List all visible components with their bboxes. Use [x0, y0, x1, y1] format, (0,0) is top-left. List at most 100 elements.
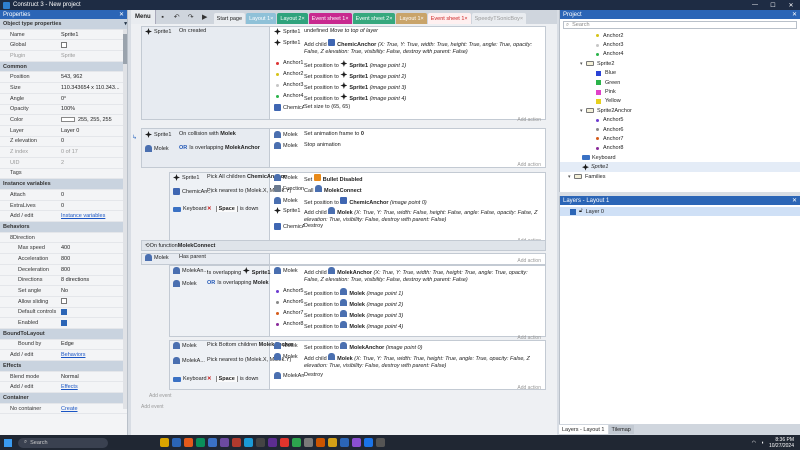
- undo-icon[interactable]: ↶: [170, 10, 184, 24]
- property-row[interactable]: UID 2: [0, 158, 127, 169]
- taskbar-app-icon[interactable]: [196, 438, 205, 447]
- close-icon[interactable]: ×: [270, 16, 273, 22]
- taskbar-app-icon[interactable]: [328, 438, 337, 447]
- taskbar-app-icon[interactable]: [340, 438, 349, 447]
- document-tab[interactable]: Start page: [213, 13, 246, 24]
- tab-tilemap[interactable]: Tilemap: [608, 425, 634, 434]
- condition[interactable]: Sprite1 On collision with Molek: [145, 131, 270, 138]
- function-header[interactable]: ⟲ On function MolekConnect: [141, 240, 546, 251]
- property-row[interactable]: Angle 0°: [0, 94, 127, 105]
- tab-layers[interactable]: Layers - Layout 1: [559, 425, 608, 434]
- property-row[interactable]: Name Sprite1: [0, 30, 127, 41]
- property-value[interactable]: [61, 41, 127, 48]
- action[interactable]: Molek Add child Molek (X: True, Y: True, …: [274, 353, 543, 369]
- property-row[interactable]: Deceleration 800: [0, 265, 127, 276]
- close-icon[interactable]: ×: [302, 16, 305, 22]
- action[interactable]: Anchor5 Set position to Molek (image poin…: [274, 288, 543, 298]
- taskbar-app-icon[interactable]: [352, 438, 361, 447]
- event-block[interactable]: MolekAn... Is overlapping Sprite1 Molek OR I…: [169, 265, 546, 341]
- property-row[interactable]: Acceleration 800: [0, 254, 127, 265]
- property-value[interactable]: 0°: [61, 96, 127, 102]
- project-tree-item[interactable]: Anchor3: [560, 40, 800, 49]
- add-action-link[interactable]: Add action: [517, 382, 541, 393]
- project-tree-item[interactable]: Anchor8: [560, 144, 800, 153]
- property-row[interactable]: Position 543, 962: [0, 72, 127, 84]
- property-link[interactable]: Behaviors: [61, 352, 85, 358]
- property-value[interactable]: Instance variables: [61, 213, 127, 219]
- property-row[interactable]: Default controls: [0, 308, 127, 319]
- taskbar-search-input[interactable]: ⌕ Search: [18, 437, 108, 448]
- add-action-link[interactable]: Add action: [517, 114, 541, 125]
- close-icon[interactable]: ✕: [792, 11, 797, 18]
- event-block[interactable]: MolekPick Bottom children MolekAnchorMol…: [169, 340, 546, 393]
- property-row[interactable]: No container Create: [0, 404, 127, 415]
- document-tab[interactable]: Event sheet 1 ×: [308, 13, 352, 24]
- property-link[interactable]: Effects: [61, 384, 78, 390]
- project-tree-item[interactable]: Anchor5: [560, 116, 800, 125]
- action[interactable]: Molek Set position to MolekAnchor (image …: [274, 342, 543, 352]
- property-row[interactable]: Directions 8 directions: [0, 276, 127, 287]
- action[interactable]: Anchor1 Set position to Sprite1 (image po…: [274, 60, 543, 70]
- property-value[interactable]: [61, 298, 127, 305]
- property-link[interactable]: Create: [61, 406, 78, 412]
- property-value[interactable]: Create: [61, 406, 127, 412]
- taskbar-app-icon[interactable]: [376, 438, 385, 447]
- play-icon[interactable]: ▶: [198, 10, 212, 24]
- property-row[interactable]: Size 110.343654 x 110.343...: [0, 83, 127, 94]
- property-row[interactable]: Tags: [0, 169, 127, 180]
- action[interactable]: Molek Add child MolekAnchor (X: True, Y: …: [274, 267, 543, 283]
- menu-button[interactable]: Menu: [131, 10, 156, 24]
- project-tree-item[interactable]: Yellow: [560, 97, 800, 106]
- property-checkbox[interactable]: [61, 41, 67, 48]
- property-row[interactable]: Add / edit Effects: [0, 382, 127, 394]
- condition[interactable]: Molek Has parent: [145, 254, 270, 261]
- property-value[interactable]: No: [61, 288, 127, 294]
- close-icon[interactable]: ×: [421, 16, 424, 22]
- windows-start-icon[interactable]: [4, 438, 12, 447]
- minimize-button[interactable]: —: [746, 2, 764, 9]
- property-value[interactable]: Layer 0: [61, 128, 127, 134]
- close-icon[interactable]: ✕: [792, 197, 797, 204]
- property-row[interactable]: Z index 0 of 17: [0, 147, 127, 158]
- color-swatch[interactable]: [61, 117, 75, 123]
- redo-icon[interactable]: ↷: [184, 10, 198, 24]
- lock-icon[interactable]: 🔓︎: [579, 208, 583, 215]
- collapse-icon[interactable]: ▾: [124, 21, 127, 27]
- project-tree-item[interactable]: Sprite1: [560, 162, 800, 172]
- property-value[interactable]: Normal: [61, 374, 127, 380]
- taskbar-app-icon[interactable]: [220, 438, 229, 447]
- property-value[interactable]: Edge: [61, 341, 127, 347]
- property-row[interactable]: 8Direction: [0, 233, 127, 244]
- property-row[interactable]: Add / edit Instance variables: [0, 211, 127, 223]
- property-value[interactable]: 543, 962: [61, 74, 127, 80]
- property-value[interactable]: Sprite1: [61, 32, 127, 38]
- action[interactable]: FunctionsCall MolekConnect: [274, 185, 543, 195]
- close-button[interactable]: ✕: [782, 2, 800, 9]
- document-tab[interactable]: Event sheet 1 ×: [427, 13, 471, 24]
- action[interactable]: ChemicAnch...Set size to (65, 65): [274, 104, 543, 111]
- property-row[interactable]: Bound by Edge: [0, 340, 127, 351]
- project-tree-item[interactable]: Blue: [560, 69, 800, 78]
- taskbar-app-icon[interactable]: [304, 438, 313, 447]
- event-block[interactable]: Sprite1 On collision with Molek Molek OR Is …: [141, 128, 546, 168]
- action[interactable]: Sprite1 undefined Move to top of layer: [274, 28, 543, 35]
- document-tab[interactable]: Event sheet 2 ×: [352, 13, 396, 24]
- taskbar-app-icon[interactable]: [184, 438, 193, 447]
- close-icon[interactable]: ×: [464, 16, 467, 22]
- action[interactable]: Molek Set Bullet Disabled: [274, 174, 543, 184]
- property-row[interactable]: Set angle No: [0, 286, 127, 297]
- volume-icon[interactable]: ◖: [761, 440, 764, 446]
- action[interactable]: Molek Set position to ChemicAnchor (image…: [274, 197, 543, 207]
- event-block[interactable]: Sprite1 On created Sprite1 undefined Move …: [141, 26, 546, 123]
- property-checkbox[interactable]: [61, 298, 67, 305]
- project-tree-item[interactable]: Pink: [560, 87, 800, 96]
- property-row[interactable]: Enabled: [0, 318, 127, 329]
- property-value[interactable]: [61, 319, 127, 326]
- property-value[interactable]: 0: [61, 192, 127, 198]
- close-icon[interactable]: ×: [520, 16, 523, 22]
- action[interactable]: ChemicAn...Destroy: [274, 223, 543, 230]
- property-row[interactable]: Color 255, 255, 255: [0, 115, 127, 126]
- property-row[interactable]: ExtraLives 0: [0, 201, 127, 212]
- action[interactable]: Anchor8 Set position to Molek (image poin…: [274, 321, 543, 331]
- document-tab[interactable]: SpeedyTSonicBoy ×: [471, 13, 527, 24]
